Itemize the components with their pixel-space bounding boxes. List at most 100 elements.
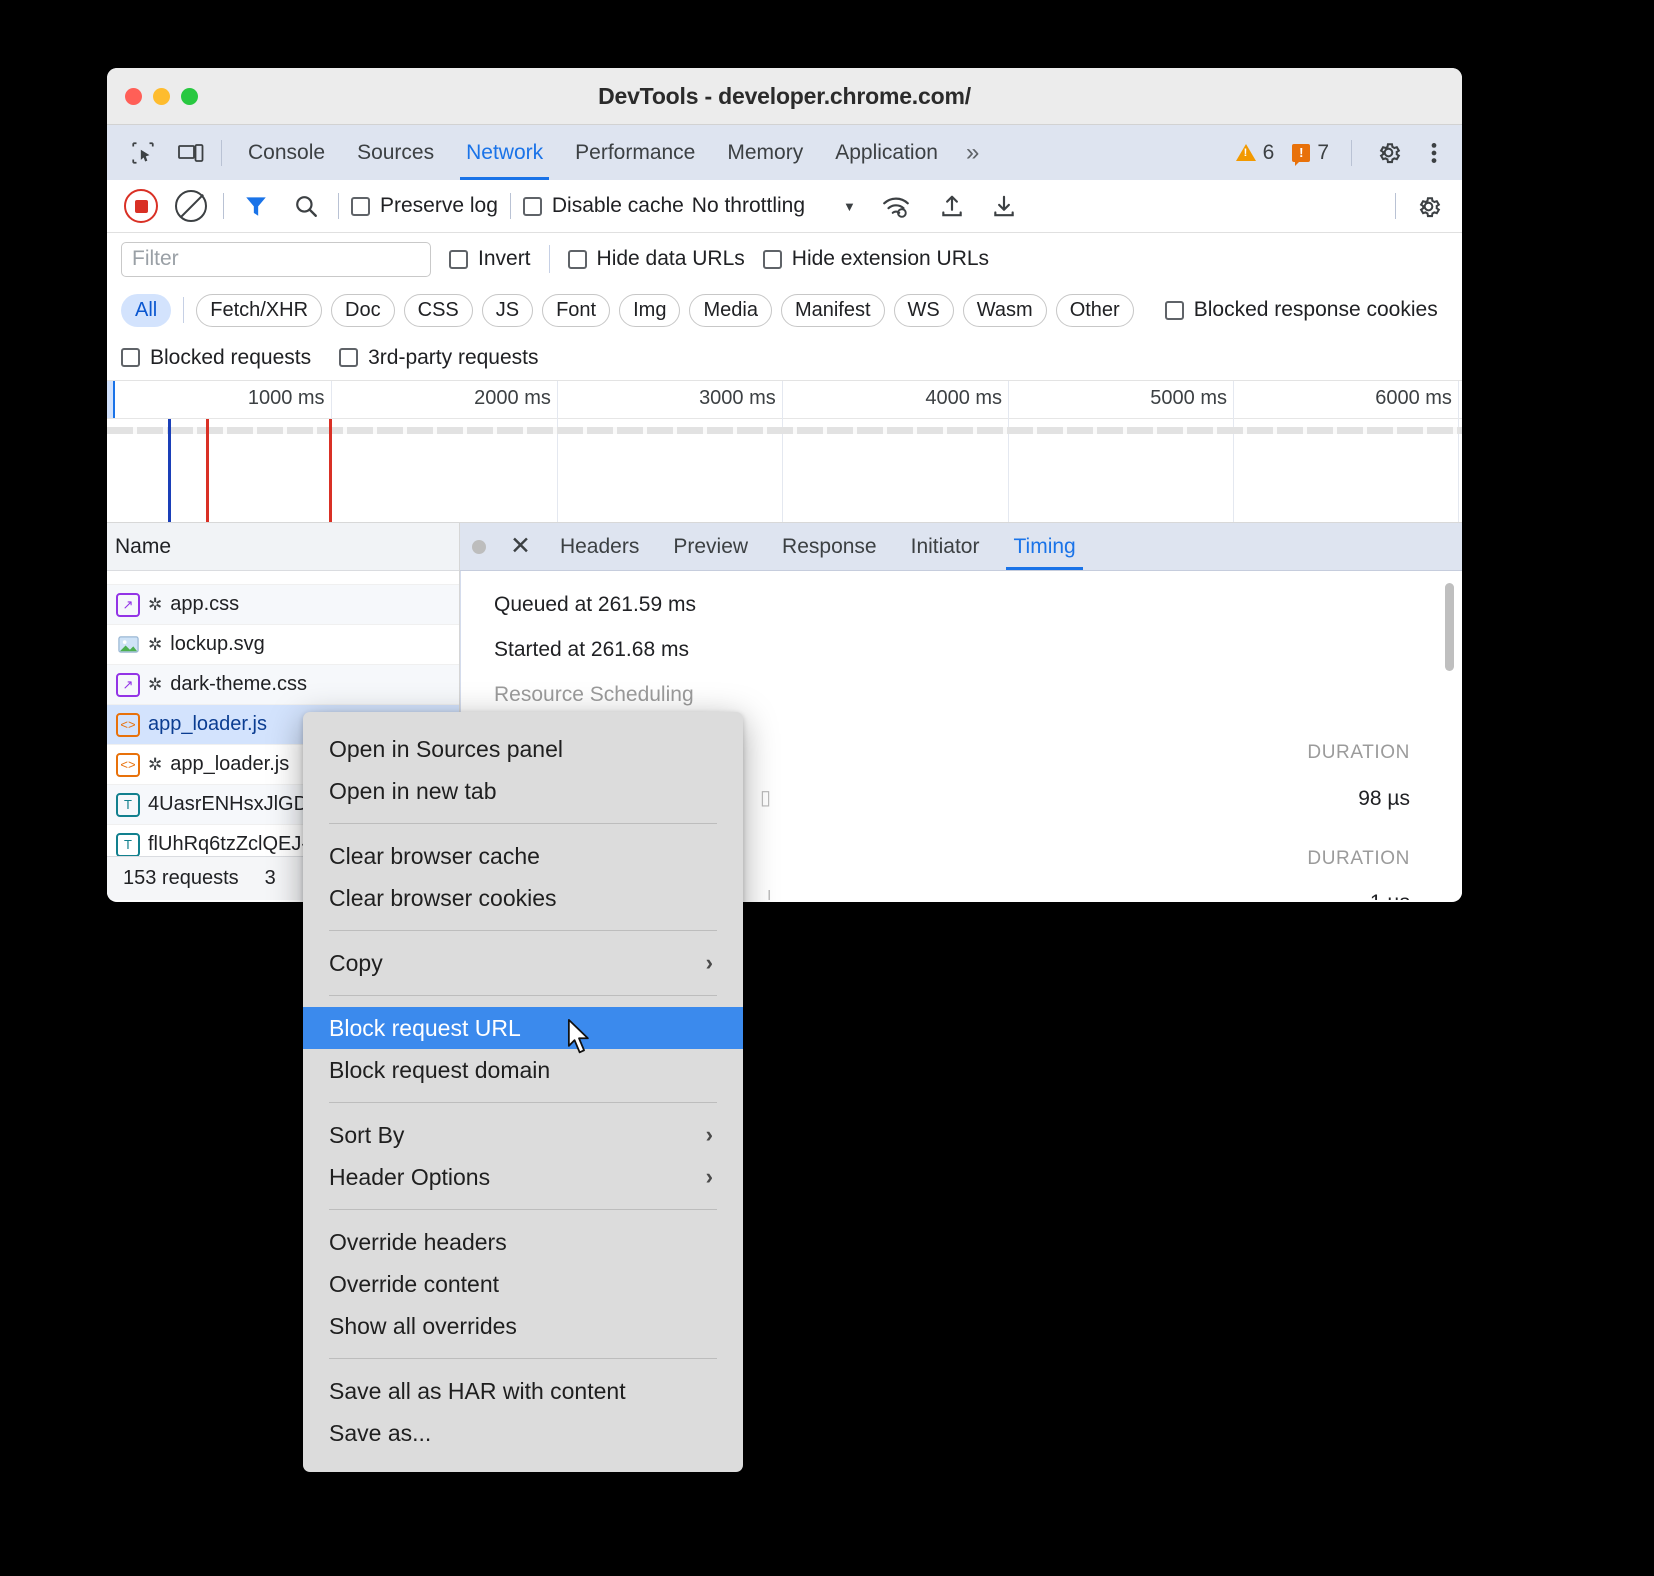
device-toolbar-icon[interactable] — [171, 133, 211, 173]
menu-separator — [329, 1102, 717, 1103]
timing-duration-header-2: DURATION — [1307, 848, 1410, 870]
tab-timing[interactable]: Timing — [998, 523, 1090, 570]
menu-separator — [329, 1209, 717, 1210]
menu-item-header-options[interactable]: Header Options › — [303, 1156, 743, 1198]
download-icon[interactable] — [984, 186, 1024, 226]
table-row[interactable]: ↗ ✲ dark-theme.css — [107, 665, 459, 705]
menu-item-show-all-overrides[interactable]: Show all overrides — [303, 1305, 743, 1347]
tab-performance[interactable]: Performance — [559, 125, 711, 180]
search-icon[interactable] — [286, 186, 326, 226]
hide-data-urls-box[interactable] — [568, 250, 587, 269]
chip-doc[interactable]: Doc — [331, 294, 395, 327]
request-list-header[interactable]: Name — [107, 523, 459, 571]
hide-data-urls-checkbox[interactable]: Hide data URLs — [568, 247, 745, 271]
error-counter[interactable]: ! 7 — [1286, 141, 1335, 165]
timing-queued-at: Queued at 261.59 ms — [494, 593, 1462, 617]
tab-preview[interactable]: Preview — [658, 523, 763, 570]
tab-response[interactable]: Response — [767, 523, 892, 570]
menu-item-open-in-sources-panel[interactable]: Open in Sources panel — [303, 728, 743, 770]
table-row[interactable] — [107, 571, 459, 585]
tab-network[interactable]: Network — [450, 125, 559, 180]
blocked-response-cookies-box[interactable] — [1165, 301, 1184, 320]
tab-sources[interactable]: Sources — [341, 125, 450, 180]
gear-icon: ✲ — [148, 755, 162, 775]
blocked-response-cookies-label: Blocked response cookies — [1194, 298, 1438, 322]
kebab-menu-icon[interactable] — [1414, 133, 1454, 173]
chip-all[interactable]: All — [121, 294, 171, 327]
clear-button[interactable] — [171, 186, 211, 226]
disable-cache-checkbox[interactable]: Disable cache — [523, 194, 684, 218]
tab-application[interactable]: Application — [819, 125, 954, 180]
table-row[interactable]: ✲ lockup.svg — [107, 625, 459, 665]
inspect-element-icon[interactable] — [123, 133, 163, 173]
menu-item-save-all-as-har-with-content[interactable]: Save all as HAR with content — [303, 1370, 743, 1412]
record-button[interactable] — [121, 186, 161, 226]
tab-console[interactable]: Console — [232, 125, 341, 180]
overview-tick-label: 5000 ms — [1150, 387, 1233, 410]
warning-counter[interactable]: 6 — [1230, 141, 1281, 165]
chevron-right-icon: › — [706, 1122, 713, 1148]
toolbar-divider-4 — [1395, 193, 1396, 219]
tab-headers[interactable]: Headers — [545, 523, 654, 570]
menu-item-block-request-url[interactable]: Block request URL — [303, 1007, 743, 1049]
menu-item-block-request-domain[interactable]: Block request domain — [303, 1049, 743, 1091]
menu-item-override-content[interactable]: Override content — [303, 1263, 743, 1305]
network-toolbar: Preserve log Disable cache No throttling… — [107, 180, 1462, 233]
overview-request-band — [107, 427, 1462, 434]
tab-initiator[interactable]: Initiator — [896, 523, 995, 570]
chip-other[interactable]: Other — [1056, 294, 1134, 327]
chip-js[interactable]: JS — [482, 294, 533, 327]
blocked-requests-box[interactable] — [121, 348, 140, 367]
tab-memory[interactable]: Memory — [711, 125, 819, 180]
blocked-response-cookies-checkbox[interactable]: Blocked response cookies — [1165, 298, 1438, 322]
table-row[interactable]: ↗ ✲ app.css — [107, 585, 459, 625]
chip-css[interactable]: CSS — [404, 294, 473, 327]
filter-bar: Invert Hide data URLs Hide extension URL… — [107, 233, 1462, 285]
chip-manifest[interactable]: Manifest — [781, 294, 885, 327]
preserve-log-box[interactable] — [351, 197, 370, 216]
menu-item-clear-browser-cache[interactable]: Clear browser cache — [303, 835, 743, 877]
gear-icon: ✲ — [148, 635, 162, 655]
third-party-requests-checkbox[interactable]: 3rd-party requests — [339, 346, 538, 370]
network-overview-timeline[interactable]: 1000 ms 2000 ms 3000 ms 4000 ms 5000 ms … — [107, 381, 1462, 523]
chip-img[interactable]: Img — [619, 294, 680, 327]
menu-separator — [329, 1358, 717, 1359]
chip-media[interactable]: Media — [689, 294, 771, 327]
preserve-log-checkbox[interactable]: Preserve log — [351, 194, 498, 218]
close-icon[interactable]: ✕ — [500, 534, 541, 559]
tabbar-divider — [221, 140, 222, 166]
more-tabs-icon[interactable]: » — [954, 139, 988, 167]
menu-item-save-as[interactable]: Save as... — [303, 1412, 743, 1454]
menu-item-clear-browser-cookies[interactable]: Clear browser cookies — [303, 877, 743, 919]
tab-label: Network — [466, 141, 543, 165]
menu-item-copy[interactable]: Copy › — [303, 942, 743, 984]
disable-cache-box[interactable] — [523, 197, 542, 216]
gear-icon[interactable] — [1368, 133, 1408, 173]
menu-item-sort-by[interactable]: Sort By › — [303, 1114, 743, 1156]
hide-extension-urls-box[interactable] — [763, 250, 782, 269]
chip-font[interactable]: Font — [542, 294, 610, 327]
chip-fetch-xhr[interactable]: Fetch/XHR — [196, 294, 322, 327]
third-party-requests-box[interactable] — [339, 348, 358, 367]
chip-wasm[interactable]: Wasm — [963, 294, 1047, 327]
overview-tick-label: 4000 ms — [925, 387, 1008, 410]
invert-checkbox[interactable]: Invert — [449, 247, 531, 271]
throttling-select[interactable]: No throttling ▼ — [692, 194, 856, 218]
menu-item-override-headers[interactable]: Override headers — [303, 1221, 743, 1263]
panel-drag-handle[interactable] — [472, 540, 486, 554]
chip-ws[interactable]: WS — [894, 294, 954, 327]
wifi-settings-icon[interactable] — [876, 186, 916, 226]
network-settings-gear-icon[interactable] — [1408, 186, 1448, 226]
blocked-requests-checkbox[interactable]: Blocked requests — [121, 346, 311, 370]
panel-tabs: Console Sources Network Performance Memo… — [232, 125, 988, 180]
menu-item-open-in-new-tab[interactable]: Open in new tab — [303, 770, 743, 812]
invert-label: Invert — [478, 247, 531, 271]
filter-input[interactable] — [121, 242, 431, 277]
request-name: app.css — [170, 593, 239, 616]
funnel-icon[interactable] — [236, 186, 276, 226]
timing-scrollbar[interactable] — [1445, 583, 1454, 671]
hide-extension-urls-checkbox[interactable]: Hide extension URLs — [763, 247, 989, 271]
invert-box[interactable] — [449, 250, 468, 269]
upload-icon[interactable] — [932, 186, 972, 226]
hide-extension-urls-label: Hide extension URLs — [792, 247, 989, 271]
